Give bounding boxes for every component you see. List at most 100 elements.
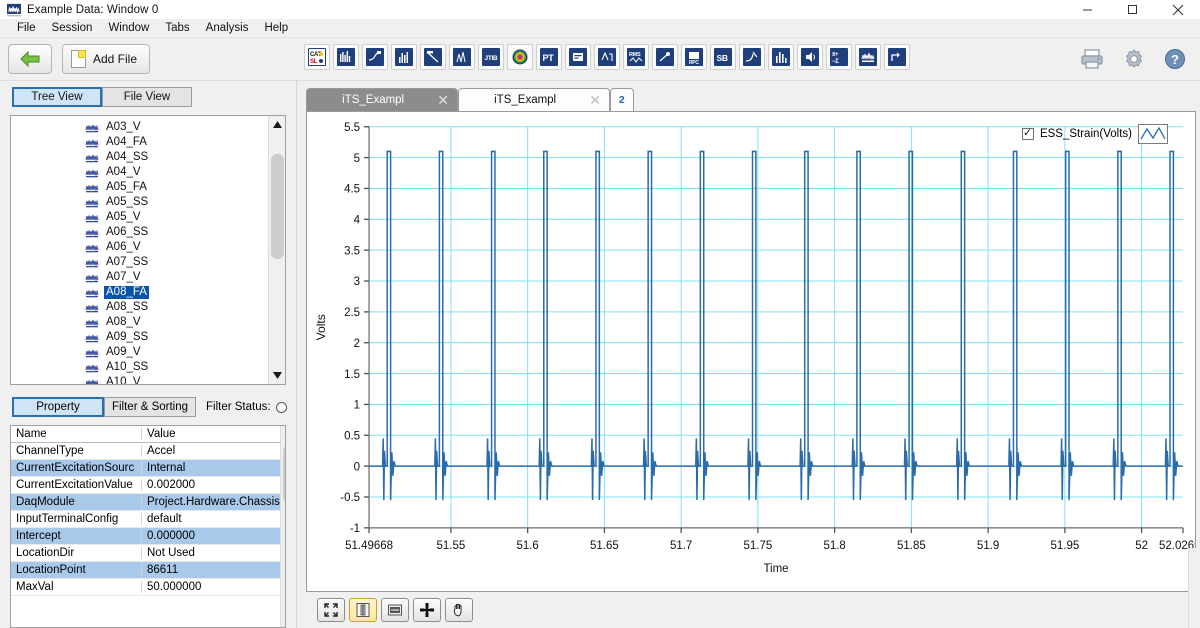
toolbar-button-pt[interactable]: PT [536,44,562,70]
property-scroll-down-button[interactable] [280,610,285,627]
property-row[interactable]: LocationDir Not Used [11,545,280,562]
tree-item[interactable]: A08_SS [11,300,268,315]
property-scroll-up-button[interactable] [280,426,285,443]
toolbar-button-bars[interactable] [391,44,417,70]
tree-item[interactable]: A05_V [11,210,268,225]
tab-filter-sorting[interactable]: Filter & Sorting [104,397,196,417]
tree-scroll-down-button[interactable] [269,367,285,384]
toolbar-button-fft[interactable]: JTIB [478,44,504,70]
chart-tab-2[interactable]: iTS_Exampl ✕ [458,88,610,111]
tree-item[interactable]: A04_SS [11,150,268,165]
y-tick-label: 3 [354,274,361,288]
tree-item[interactable]: A08_FA [11,285,268,300]
toolbar-button-export[interactable] [884,44,910,70]
tree-item[interactable]: A08_V [11,315,268,330]
property-row[interactable]: ChannelType Accel [11,443,280,460]
channel-waveform-icon [85,213,100,223]
tree-item-label: A04_FA [106,136,147,148]
toolbar-right-group: ? [1080,47,1186,71]
property-row[interactable]: Intercept 0.000000 [11,528,280,545]
close-button[interactable] [1155,0,1200,19]
toolbar-button-panel[interactable] [565,44,591,70]
toolbar-button-scatter[interactable] [652,44,678,70]
tree-item[interactable]: A07_SS [11,255,268,270]
y-tick-label: 1 [354,397,360,411]
tree-scroll-thumb[interactable] [271,154,284,259]
crosshair-button[interactable] [413,598,441,622]
tree-item[interactable]: A10_SS [11,360,268,375]
tab-tree-view[interactable]: Tree View [12,87,102,107]
toolbar-button-sb[interactable]: SB [710,44,736,70]
channel-waveform-icon [85,378,100,384]
svg-text:RMS: RMS [629,52,641,58]
property-row[interactable]: DaqModule Project.Hardware.Chassis [11,494,280,511]
tree-item[interactable]: A06_SS [11,225,268,240]
plot-area[interactable]: -1 -0.5 0 0.5 1 1.5 2 2.5 3 3.5 4 4.5 5 5.5 51.49668 51… [306,111,1196,592]
toolbar-button-signal[interactable] [362,44,388,70]
tree-item[interactable]: A09_V [11,345,268,360]
menu-item-session[interactable]: Session [44,19,101,38]
property-scroll-thumb[interactable] [282,445,285,503]
menu-item-tabs[interactable]: Tabs [157,19,197,38]
property-row[interactable]: LocationPoint 86611 [11,562,280,579]
waveform-plot[interactable]: -1 -0.5 0 0.5 1 1.5 2 2.5 3 3.5 4 4.5 5 5.5 51.49668 51… [307,112,1195,591]
toolbar-button-rms[interactable]: RMS [623,44,649,70]
legend-checkbox[interactable] [1021,126,1034,140]
add-file-button[interactable]: Add File [62,44,151,74]
toolbar-button-colorwheel[interactable] [507,44,533,70]
back-button[interactable] [8,44,52,74]
help-icon[interactable]: ? [1164,48,1186,70]
tree-item[interactable]: A04_V [11,165,268,180]
pan-hand-button[interactable] [445,598,473,622]
toolbar-button-decay[interactable] [420,44,446,70]
tree-item[interactable]: A07_V [11,270,268,285]
toolbar-button-rpc[interactable]: RPC [681,44,707,70]
tree-item[interactable]: A04_FA [11,135,268,150]
zoom-vertical-button[interactable] [349,598,377,622]
chart-tab-3[interactable]: 2 [610,88,634,111]
toolbar-button-histogram[interactable] [333,44,359,70]
tree-item[interactable]: A05_SS [11,195,268,210]
tree-item[interactable]: A09_SS [11,330,268,345]
chart-tab-1-close-icon[interactable]: ✕ [437,93,449,107]
tab-file-view[interactable]: File View [102,87,192,107]
tree-item[interactable]: A06_V [11,240,268,255]
channel-tree[interactable]: A03_V A04_FA A04_SS A04_V A05_FA A05_SS A05_V A… [10,115,286,385]
tab-property[interactable]: Property [12,397,104,417]
property-row[interactable]: CurrentExcitationValue 0.002000 [11,477,280,494]
menu-item-analysis[interactable]: Analysis [198,19,257,38]
window-edge-scrollbar[interactable] [1188,548,1200,628]
toolbar-button-filter[interactable] [739,44,765,70]
maximize-button[interactable] [1110,0,1155,19]
menu-item-window[interactable]: Window [100,19,157,38]
tree-item[interactable]: A05_FA [11,180,268,195]
gear-icon[interactable] [1122,47,1146,71]
fit-all-button[interactable] [317,598,345,622]
zoom-box-button[interactable] [381,598,409,622]
toolbar-button-sound[interactable] [797,44,823,70]
toolbar-button-cat[interactable]: CAT SL [304,44,330,70]
printer-icon[interactable] [1080,48,1104,70]
menu-item-file[interactable]: File [9,19,44,38]
menu-item-help[interactable]: Help [256,19,296,38]
toolbar-button-transform[interactable] [594,44,620,70]
toolbar-button-bargraph2[interactable] [768,44,794,70]
property-row[interactable]: CurrentExcitationSourc Internal [11,460,280,477]
chart-tab-1[interactable]: iTS_Exampl ✕ [306,88,458,111]
property-scrollbar[interactable] [279,426,285,627]
toolbar-button-waveform2[interactable] [855,44,881,70]
minimize-button[interactable] [1065,0,1110,19]
property-row[interactable]: InputTerminalConfig default [11,511,280,528]
view-tab-group: Tree View File View [12,87,296,107]
tree-item[interactable]: A03_V [11,120,268,135]
property-table[interactable]: Name Value ChannelType Accel CurrentExcitati… [10,425,286,628]
tree-scroll-up-button[interactable] [269,116,285,133]
property-row[interactable]: MaxVal 50.000000 [11,579,280,596]
chart-tab-2-close-icon[interactable]: ✕ [589,93,601,107]
legend-color-swatch[interactable] [1138,124,1168,144]
toolbar-button-spectrum[interactable] [449,44,475,70]
toolbar-button-statistics[interactable]: x̄+ −Σ [826,44,852,70]
channel-waveform-icon [85,183,100,193]
tree-scrollbar[interactable] [268,116,285,384]
tree-item[interactable]: A10_V [11,375,268,384]
